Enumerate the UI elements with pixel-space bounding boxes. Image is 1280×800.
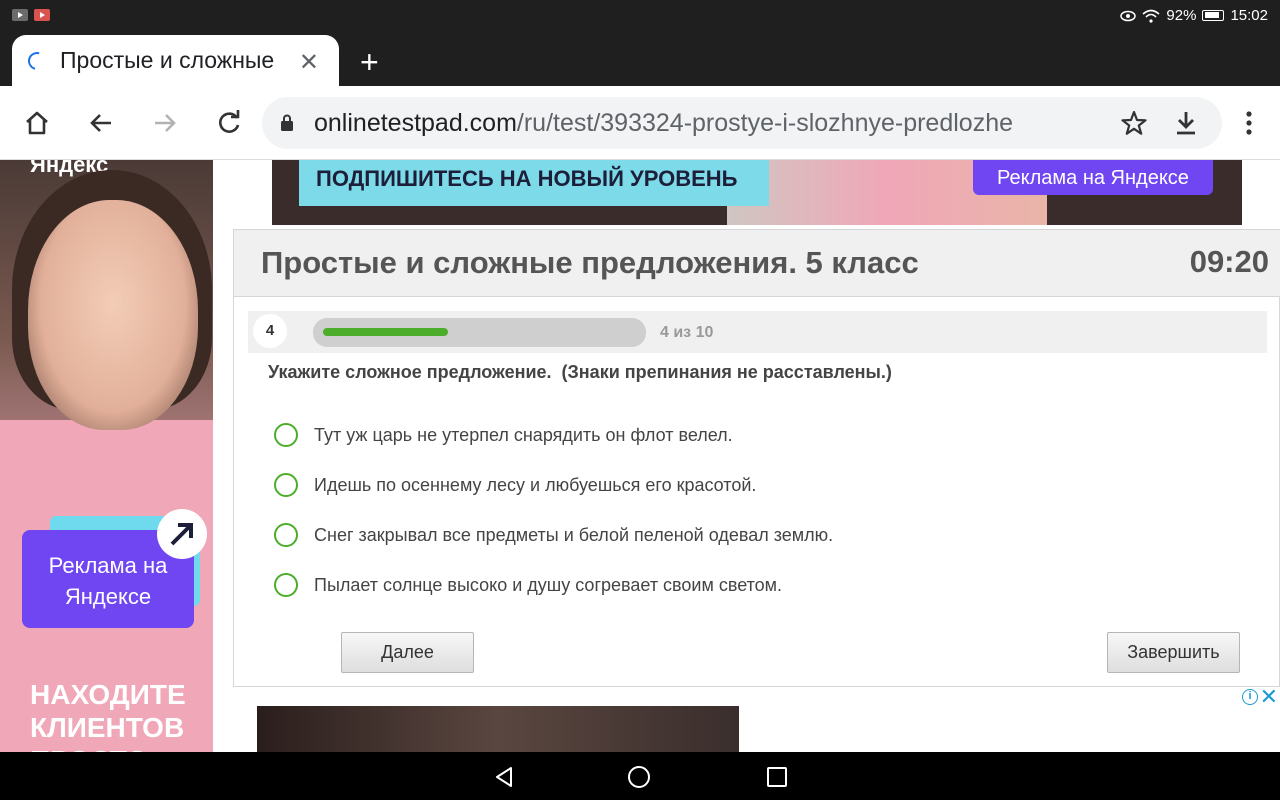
countdown-timer: 09:20 <box>1189 244 1269 279</box>
progress-track <box>313 318 646 347</box>
bookmark-star-icon[interactable] <box>1117 106 1151 140</box>
test-panel: Простые и сложные предложения. 5 класс 0… <box>233 229 1280 687</box>
ad-info-icon[interactable]: i <box>1242 689 1258 705</box>
url-path: /ru/test/393324-prostye-i-slozhnye-predl… <box>516 109 1013 137</box>
tab-title: Простые и сложные <box>60 47 275 73</box>
reload-icon[interactable] <box>212 106 246 140</box>
ad-close-icon[interactable]: ✕ <box>1260 684 1278 710</box>
system-indicators: 92% 15:02 <box>1120 7 1268 24</box>
question-text: Укажите сложное предложение. (Знаки преп… <box>268 362 892 382</box>
question-number-badge: 4 <box>253 314 287 348</box>
ad-slogan: ПОДПИШИТЕСЬ НА НОВЫЙ УРОВЕНЬ <box>316 166 738 191</box>
forward-icon[interactable] <box>148 106 182 140</box>
navigation-bar <box>0 752 1280 800</box>
browser-toolbar: onlinetestpad.com/ru/test/393324-prostye… <box>0 86 1280 160</box>
youtube-notification-icon <box>12 9 28 21</box>
menu-more-icon[interactable] <box>1232 106 1266 140</box>
active-tab[interactable]: Простые и сложные ✕ <box>12 35 339 86</box>
radio-button[interactable] <box>274 473 298 497</box>
answer-option[interactable]: Пылает солнце высоко и душу согревает св… <box>274 560 833 610</box>
answer-option[interactable]: Идешь по осеннему лесу и любуешься его к… <box>274 460 833 510</box>
wifi-icon <box>1142 9 1160 23</box>
radio-button[interactable] <box>274 523 298 547</box>
new-tab-icon[interactable]: + <box>360 44 379 81</box>
test-title: Простые и сложные предложения. 5 класс <box>261 245 919 280</box>
answer-label[interactable]: Пылает солнце высоко и душу согревает св… <box>314 575 782 596</box>
radio-button[interactable] <box>274 573 298 597</box>
ad-photo-face <box>28 200 198 430</box>
finish-button[interactable]: Завершить <box>1107 632 1240 673</box>
answer-label[interactable]: Идешь по осеннему лесу и любуешься его к… <box>314 475 756 496</box>
back-icon[interactable] <box>84 106 118 140</box>
notification-icons <box>12 9 50 21</box>
test-header: Простые и сложные предложения. 5 класс 0… <box>234 230 1280 297</box>
battery-icon <box>1202 10 1225 21</box>
battery-percent: 92% <box>1166 7 1197 24</box>
progress-fill <box>323 328 448 336</box>
bottom-banner-ad[interactable]: i ✕ <box>235 684 1280 752</box>
nav-recents-icon[interactable] <box>767 767 787 787</box>
lock-icon[interactable] <box>280 114 294 132</box>
answer-label[interactable]: Тут уж царь не утерпел снарядить он флот… <box>314 425 733 446</box>
address-bar[interactable]: onlinetestpad.com/ru/test/393324-prostye… <box>262 97 1222 149</box>
radio-button[interactable] <box>274 423 298 447</box>
screen: 92% 15:02 Простые и сложные ✕ + onlinete… <box>0 0 1280 800</box>
left-banner-ad[interactable]: Яндекс Реклама на Яндексе НАХОДИТЕ КЛИЕН… <box>0 160 213 752</box>
home-icon[interactable] <box>20 106 54 140</box>
progress-count: 4 из 10 <box>660 324 714 341</box>
ad-cta-button[interactable]: Реклама на Яндексе <box>973 160 1213 195</box>
eye-comfort-icon <box>1120 10 1137 21</box>
ad-image[interactable] <box>257 706 739 752</box>
app-notification-icon <box>34 9 50 21</box>
answer-label[interactable]: Снег закрывал все предметы и белой пелен… <box>314 525 833 546</box>
nav-home-icon[interactable] <box>628 766 650 788</box>
answer-option[interactable]: Снег закрывал все предметы и белой пелен… <box>274 510 833 560</box>
answer-option[interactable]: Тут уж царь не утерпел снарядить он флот… <box>274 410 833 460</box>
download-icon[interactable] <box>1169 106 1203 140</box>
clock: 15:02 <box>1230 7 1268 24</box>
top-banner-ad[interactable]: ПОДПИШИТЕСЬ НА НОВЫЙ УРОВЕНЬ Реклама на … <box>272 160 1242 225</box>
web-page: Яндекс Реклама на Яндексе НАХОДИТЕ КЛИЕН… <box>0 160 1280 752</box>
close-tab-icon[interactable]: ✕ <box>299 48 319 77</box>
next-button[interactable]: Далее <box>341 632 474 673</box>
ad-cta-label: Реклама на Яндексе <box>997 167 1189 189</box>
nav-back-icon[interactable] <box>494 766 514 788</box>
loading-spinner-icon <box>24 48 50 73</box>
status-bar: 92% 15:02 <box>0 0 1280 32</box>
arrow-up-right-icon[interactable] <box>157 509 207 559</box>
progress-row: 4 4 из 10 <box>248 311 1267 353</box>
url-text[interactable]: onlinetestpad.com/ru/test/393324-prostye… <box>314 109 1104 138</box>
ad-headline: НАХОДИТЕ КЛИЕНТОВ ПРОСТО <box>30 679 186 752</box>
tab-strip: Простые и сложные ✕ + <box>0 32 1280 86</box>
answer-list: Тут уж царь не утерпел снарядить он флот… <box>274 410 833 610</box>
url-host: onlinetestpad.com <box>314 109 517 137</box>
